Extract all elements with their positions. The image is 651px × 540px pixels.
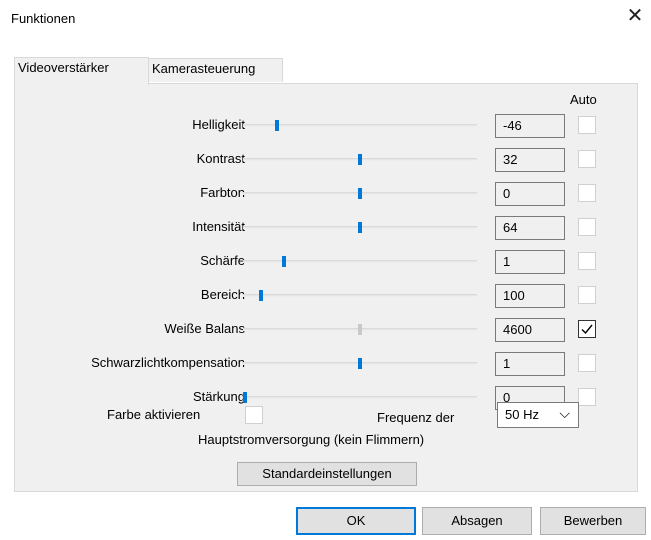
auto-checkbox[interactable] xyxy=(578,388,596,406)
slider-thumb[interactable] xyxy=(282,256,286,267)
value-field[interactable]: 100 xyxy=(495,284,565,308)
frequency-select[interactable]: 50 Hz ⌵ xyxy=(497,402,579,428)
slider-track[interactable] xyxy=(243,294,477,297)
tab-label: Videoverstärker xyxy=(18,60,109,75)
video-settings-panel: Auto Helligkeit -46 Kontrast 32 Farbton 0 Inte… xyxy=(14,83,638,492)
cancel-button[interactable]: Absagen xyxy=(422,507,532,535)
auto-checkbox[interactable] xyxy=(578,150,596,168)
value-field[interactable]: 0 xyxy=(495,182,565,206)
setting-label: Bereich xyxy=(200,287,245,302)
slider-thumb[interactable] xyxy=(358,188,362,199)
value-field[interactable]: 1 xyxy=(495,250,565,274)
color-enable-label: Farbe aktivieren xyxy=(107,407,201,422)
dialog-title: Funktionen xyxy=(11,11,76,26)
slider-thumb[interactable] xyxy=(358,358,362,369)
tab-kamerasteuerung[interactable]: Kamerasteuerung xyxy=(148,58,283,82)
checkmark-icon xyxy=(581,324,593,335)
auto-checkbox[interactable] xyxy=(578,252,596,270)
setting-label: Weiße Balans xyxy=(164,321,245,336)
value-field[interactable]: 1 xyxy=(495,352,565,376)
close-icon[interactable]: ✕ xyxy=(625,6,645,26)
auto-checkbox[interactable] xyxy=(578,354,596,372)
auto-checkbox[interactable] xyxy=(578,116,596,134)
frequency-selected-value: 50 Hz xyxy=(505,407,539,422)
value-field[interactable]: 4600 xyxy=(495,318,565,342)
setting-label: Kontrast xyxy=(196,151,245,166)
color-enable-checkbox[interactable] xyxy=(245,406,263,424)
setting-label: Intensität xyxy=(192,219,245,234)
tab-label: Kamerasteuerung xyxy=(152,61,256,76)
auto-checkbox[interactable] xyxy=(578,320,596,338)
setting-label: Helligkeit xyxy=(192,117,245,132)
setting-label: Schärfe xyxy=(200,253,245,268)
auto-checkbox[interactable] xyxy=(578,218,596,236)
value-field[interactable]: 64 xyxy=(495,216,565,240)
defaults-button[interactable]: Standardeinstellungen xyxy=(237,462,417,486)
setting-label: Farbton xyxy=(200,185,245,200)
value-field[interactable]: 32 xyxy=(495,148,565,172)
slider-thumb[interactable] xyxy=(358,154,362,165)
frequency-label-line1: Frequenz der xyxy=(377,410,455,425)
ok-button[interactable]: OK xyxy=(296,507,416,535)
slider-thumb[interactable] xyxy=(275,120,279,131)
slider-thumb[interactable] xyxy=(358,324,362,335)
setting-label: Stärkung xyxy=(192,389,245,404)
auto-checkbox[interactable] xyxy=(578,184,596,202)
slider-track[interactable] xyxy=(243,396,477,399)
auto-column-header: Auto xyxy=(570,92,597,107)
slider-thumb[interactable] xyxy=(358,222,362,233)
slider-thumb[interactable] xyxy=(243,392,247,403)
chevron-down-icon: ⌵ xyxy=(559,405,570,421)
apply-button[interactable]: Bewerben xyxy=(540,507,646,535)
value-field[interactable]: -46 xyxy=(495,114,565,138)
tab-videoverstaerker[interactable]: Videoverstärker xyxy=(14,57,149,85)
setting-label: Schwarzlichtkompensation xyxy=(91,355,245,370)
slider-thumb[interactable] xyxy=(259,290,263,301)
slider-track[interactable] xyxy=(243,260,477,263)
auto-checkbox[interactable] xyxy=(578,286,596,304)
frequency-label-line2: Hauptstromversorgung (kein Flimmern) xyxy=(198,432,425,447)
